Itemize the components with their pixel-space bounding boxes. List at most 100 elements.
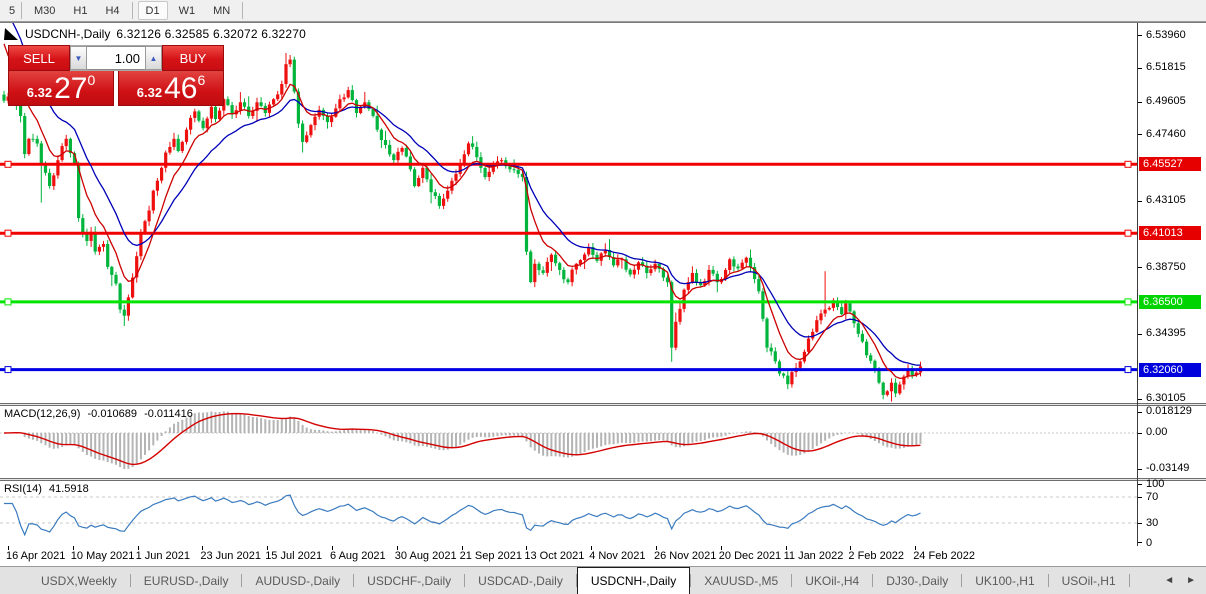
macd-axis-tick [1138,412,1142,413]
chart-tab-usdcad-daily[interactable]: USDCAD-,Daily [465,567,576,594]
chart-tab-eurusd-daily[interactable]: EURUSD-,Daily [131,567,242,594]
date-axis-label: 16 Apr 2021 [6,550,65,562]
buy-price-sup: 6 [197,74,205,86]
rsi-label: RSI(14) 41.5918 [4,483,93,495]
chart-tab-usdchf-daily[interactable]: USDCHF-,Daily [354,567,464,594]
date-axis-label: 15 Jul 2021 [265,550,322,562]
price-axis-tick [1138,201,1142,202]
price-axis-label: 6.49605 [1146,95,1186,107]
buy-price-display[interactable]: 6.32 46 6 [118,71,224,106]
chart-tab-usdcnh-daily[interactable]: USDCNH-,Daily [577,567,690,594]
timeframe-button-m30[interactable]: M30 [25,0,64,21]
price-level-badge: 6.32060 [1139,363,1201,377]
price-axis-tick [1138,68,1142,69]
price-axis: 6.539606.518156.496056.474606.431056.387… [1138,23,1206,403]
date-axis-label: 21 Sep 2021 [460,550,522,562]
date-axis-label: 13 Oct 2021 [524,550,584,562]
date-axis-label: 10 May 2021 [71,550,135,562]
price-axis-label: 6.47460 [1146,128,1186,140]
toolbar-separator [242,2,243,19]
rsi-axis-tick [1138,484,1142,485]
timeframe-button-5[interactable]: 5 [0,0,18,21]
rsi-axis-label: 30 [1146,517,1158,529]
sell-price-sup: 0 [87,74,95,86]
chart-tab-usoil-h1[interactable]: USOil-,H1 [1049,567,1129,594]
rsi-axis-tick [1138,542,1142,543]
timeframe-button-w1[interactable]: W1 [170,0,205,21]
price-axis-tick [1138,334,1142,335]
buy-price-big: 46 [164,75,197,103]
price-level-badge: 6.41013 [1139,226,1201,240]
chart-tab-ukoil-h4[interactable]: UKOil-,H4 [792,567,872,594]
tab-scroll-right-icon[interactable]: ► [1186,575,1196,586]
sell-price-display[interactable]: 6.32 27 0 [8,71,114,106]
price-axis-tick [1138,102,1142,103]
volume-decrease-icon[interactable]: ▼ [70,46,87,70]
trading-platform-window: 5 M30H1H4 D1W1MN USDCNH-,Daily 6.32126 6.3… [0,0,1206,594]
price-axis-label: 6.51815 [1146,61,1186,73]
chart-tab-uk100-h1[interactable]: UK100-,H1 [962,567,1047,594]
macd-label: MACD(12,26,9) -0.010689 -0.011416 [4,408,197,420]
rsi-pane[interactable]: RSI(14) 41.5918 [0,481,1137,546]
chart-tab-dj30-daily[interactable]: DJ30-,Daily [873,567,961,594]
timeframe-button-h4[interactable]: H4 [96,0,128,21]
chart-title: USDCNH-,Daily 6.32126 6.32585 6.32072 6.… [4,27,306,41]
chart-tab-usdx-weekly[interactable]: USDX,Weekly [28,567,130,594]
macd-axis-tick [1138,433,1142,434]
price-axis-tick [1138,267,1142,268]
one-click-trading-panel: SELL ▼ ▲ BUY 6.32 27 0 6.32 46 6 [8,45,224,106]
price-level-badge: 6.45527 [1139,157,1201,171]
date-axis-label: 2 Feb 2022 [848,550,904,562]
chart-tab-audusd-daily[interactable]: AUDUSD-,Daily [242,567,353,594]
rsi-axis-tick [1138,523,1142,524]
macd-signal-value: -0.011416 [144,408,193,420]
sell-button[interactable]: SELL [8,45,70,71]
date-axis-label: 1 Jun 2021 [136,550,190,562]
date-axis-label: 6 Aug 2021 [330,550,386,562]
toolbar-separator [132,2,133,19]
rsi-axis-label: 100 [1146,478,1164,490]
macd-value: -0.010689 [87,408,137,420]
buy-price-small: 6.32 [137,83,162,103]
date-axis: 16 Apr 2021 10 May 20211 Jun 2021 23 Jun 2… [0,546,1206,567]
rsi-value: 41.5918 [49,483,89,495]
price-axis-tick [1138,134,1142,135]
price-axis-label: 6.43105 [1146,194,1186,206]
date-axis-label: 30 Aug 2021 [395,550,457,562]
volume-increase-icon[interactable]: ▲ [145,46,162,70]
tab-scroll-left-icon[interactable]: ◄ [1164,575,1174,586]
macd-name: MACD(12,26,9) [4,408,80,420]
date-axis-label: 26 Nov 2021 [654,550,716,562]
volume-input[interactable] [87,46,145,70]
sell-price-small: 6.32 [27,83,52,103]
date-axis-label: 23 Jun 2021 [200,550,261,562]
rsi-name: RSI(14) [4,483,42,495]
axis-separator [1137,23,1138,546]
rsi-axis: 10070300 [1138,481,1206,546]
volume-spinner: ▼ ▲ [70,45,162,71]
date-axis-label: 20 Dec 2021 [719,550,781,562]
chart-tab-bar: USDX,WeeklyEURUSD-,DailyAUDUSD-,DailyUSD… [0,567,1206,594]
date-axis-label: 24 Feb 2022 [913,550,975,562]
sell-price-big: 27 [54,75,87,103]
macd-axis-label: 0.00 [1146,426,1167,438]
timeframe-button-h1[interactable]: H1 [64,0,96,21]
chart-title-ohlc: 6.32126 6.32585 6.32072 6.32270 [116,27,306,41]
rsi-axis-tick [1138,497,1142,498]
date-axis-label: 11 Jan 2022 [784,550,844,562]
timeframe-button-mn[interactable]: MN [204,0,239,21]
chart-title-symbol: USDCNH-,Daily [25,27,110,41]
timeframe-button-d1[interactable]: D1 [138,1,168,20]
toolbar-separator [21,2,22,19]
price-chart-pane[interactable]: USDCNH-,Daily 6.32126 6.32585 6.32072 6.… [0,23,1137,403]
price-axis-label: 6.53960 [1146,29,1186,41]
rsi-axis-label: 70 [1146,491,1158,503]
price-axis-tick [1138,35,1142,36]
buy-button[interactable]: BUY [162,45,224,71]
chart-tab-xauusd-m5[interactable]: XAUUSD-,M5 [691,567,791,594]
price-level-badge: 6.36500 [1139,295,1201,309]
macd-axis: 0.0181290.00-0.03149 [1138,406,1206,478]
rsi-chart [0,481,1137,546]
price-axis-label: 6.34395 [1146,327,1186,339]
macd-pane[interactable]: MACD(12,26,9) -0.010689 -0.011416 [0,406,1137,478]
